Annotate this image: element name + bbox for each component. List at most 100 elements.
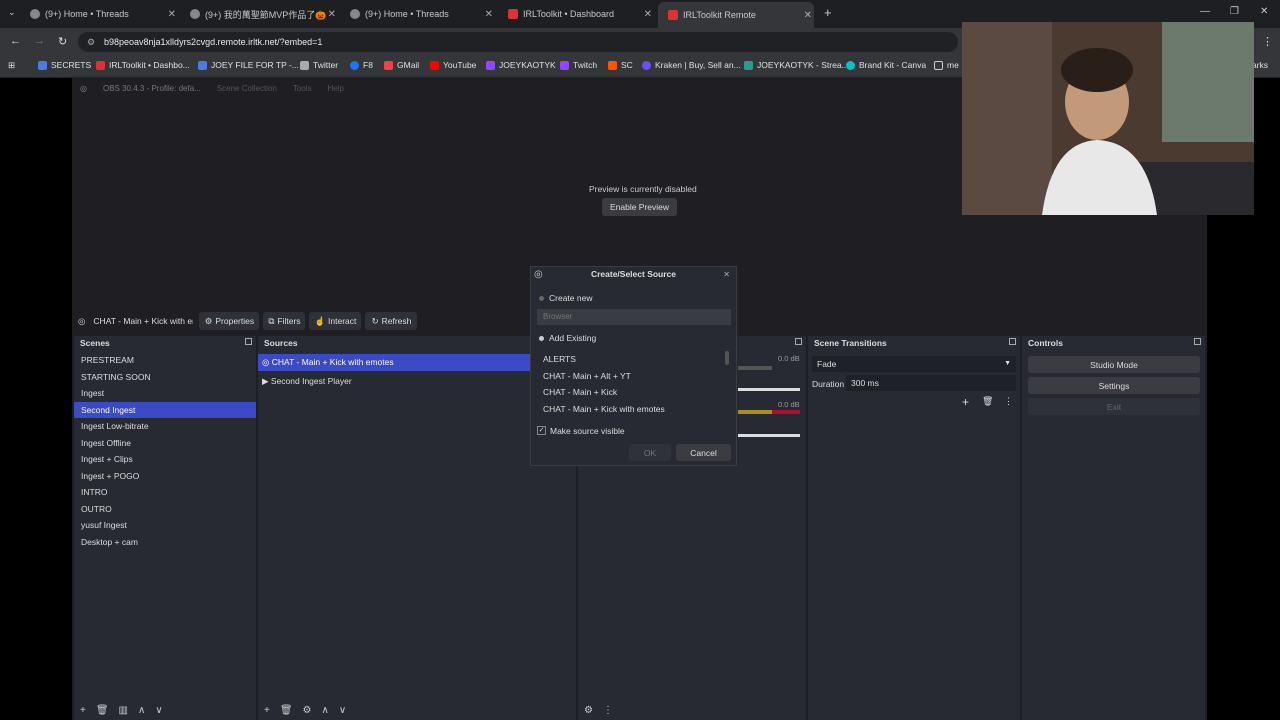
exit-button[interactable]: Exit bbox=[1028, 398, 1200, 415]
more-icon[interactable]: ⋮ bbox=[1004, 396, 1013, 407]
list-item[interactable]: CHAT - Main + Kick bbox=[543, 387, 617, 397]
scene-item[interactable]: Ingest + POGO bbox=[74, 468, 256, 485]
transition-select[interactable]: Fade ▼ bbox=[812, 356, 1016, 372]
tab-threads-1[interactable]: (9+) Home • Threads ✕ bbox=[30, 4, 178, 24]
add-existing-label: Add Existing bbox=[549, 333, 597, 343]
move-up-icon[interactable]: ∧ bbox=[138, 705, 145, 716]
move-down-icon[interactable]: ∨ bbox=[339, 705, 346, 716]
source-item-selected[interactable]: ◎ CHAT - Main + Kick with emotes bbox=[258, 354, 576, 371]
site-info-icon[interactable]: ⚙ bbox=[87, 32, 95, 52]
list-item[interactable]: CHAT - Main + Kick with emotes bbox=[543, 404, 665, 414]
close-icon[interactable]: ✕ bbox=[804, 10, 812, 21]
trash-icon[interactable]: 🗑 bbox=[280, 705, 293, 716]
forward-icon[interactable]: → bbox=[34, 35, 45, 47]
popout-icon[interactable] bbox=[1194, 338, 1201, 345]
scene-item[interactable]: Desktop + cam bbox=[74, 534, 256, 551]
add-existing-radio[interactable] bbox=[539, 336, 544, 341]
gear-icon[interactable]: ⚙ bbox=[303, 705, 312, 716]
bookmark-joeykaotyk[interactable]: JOEYKAOTYK bbox=[486, 60, 556, 70]
bookmark-canva[interactable]: Brand Kit - Canva bbox=[846, 60, 926, 70]
bookmark-folder[interactable]: me bbox=[934, 60, 959, 70]
enable-preview-button[interactable]: Enable Preview bbox=[602, 198, 677, 216]
tab-threads-2[interactable]: (9+) 我的萬聖節MVP作品了🎃 ✕ bbox=[190, 4, 338, 24]
bookmark-youtube[interactable]: YouTube bbox=[430, 60, 476, 70]
apps-icon[interactable]: ⊞ bbox=[8, 60, 15, 71]
bookmark-secrets[interactable]: SECRETS bbox=[38, 60, 91, 70]
scene-item[interactable]: Ingest Low-bitrate bbox=[74, 418, 256, 435]
bookmark-twitter[interactable]: Twitter bbox=[300, 60, 338, 70]
bookmark-twitch[interactable]: Twitch bbox=[560, 60, 597, 70]
scene-item[interactable]: STARTING SOON bbox=[74, 369, 256, 386]
trash-icon[interactable]: 🗑 bbox=[982, 396, 993, 407]
move-down-icon[interactable]: ∨ bbox=[155, 705, 162, 716]
scene-item-selected[interactable]: Second Ingest bbox=[74, 401, 256, 418]
close-icon[interactable]: ✕ bbox=[644, 9, 652, 20]
new-tab-icon[interactable]: + bbox=[824, 5, 832, 20]
filter-icon[interactable]: ▥ bbox=[119, 705, 128, 716]
make-visible-checkbox[interactable]: ✓ bbox=[537, 426, 546, 435]
scene-item[interactable]: OUTRO bbox=[74, 501, 256, 518]
properties-button[interactable]: ⚙ Properties bbox=[199, 312, 260, 330]
bookmark-joey-file[interactable]: JOEY FILE FOR TP -... bbox=[198, 60, 299, 70]
refresh-button[interactable]: ↻ Refresh bbox=[365, 312, 418, 330]
bookmark-joeykaotyk-stream[interactable]: JOEYKAOTYK - Strea... bbox=[744, 60, 849, 70]
bookmark-gmail[interactable]: GMail bbox=[384, 60, 419, 70]
close-icon[interactable]: ✕ bbox=[168, 9, 176, 20]
volume-slider[interactable] bbox=[738, 434, 800, 437]
scene-item[interactable]: Ingest bbox=[74, 385, 256, 402]
scene-item[interactable]: Ingest Offline bbox=[74, 435, 256, 452]
bookmark-kraken[interactable]: Kraken | Buy, Sell an... bbox=[642, 60, 741, 70]
add-icon[interactable]: + bbox=[80, 705, 86, 716]
popout-icon[interactable] bbox=[795, 338, 802, 345]
duration-input[interactable]: 300 ms bbox=[846, 375, 1016, 391]
close-icon[interactable]: ✕ bbox=[328, 9, 336, 20]
move-up-icon[interactable]: ∧ bbox=[322, 705, 329, 716]
duration-label: Duration bbox=[812, 379, 845, 389]
scene-item[interactable]: PRESTREAM bbox=[74, 352, 256, 369]
settings-icon[interactable]: ⚙ bbox=[584, 705, 593, 716]
menu-scene-collection[interactable]: Scene Collection bbox=[217, 84, 277, 93]
scene-item[interactable]: INTRO bbox=[74, 484, 256, 501]
list-item[interactable]: ALERTS bbox=[543, 354, 576, 364]
tab-threads-3[interactable]: (9+) Home • Threads ✕ bbox=[350, 4, 495, 24]
menu-tools[interactable]: Tools bbox=[293, 84, 312, 93]
all-bookmarks[interactable]: arks bbox=[1252, 60, 1268, 70]
more-icon[interactable]: ⋮ bbox=[603, 705, 613, 716]
close-icon[interactable]: ✕ bbox=[723, 270, 730, 279]
tab-list-icon[interactable]: ⌄ bbox=[8, 7, 16, 18]
menu-icon[interactable]: ⋮ bbox=[1262, 35, 1273, 48]
list-scrollbar[interactable] bbox=[725, 351, 729, 365]
menu-help[interactable]: Help bbox=[328, 84, 344, 93]
close-icon[interactable]: ✕ bbox=[485, 9, 493, 20]
url-input[interactable]: ⚙ b98peoav8nja1xlldyrs2cvgd.remote.irltk… bbox=[78, 32, 958, 52]
tab-irltoolkit-dashboard[interactable]: IRLToolkit • Dashboard ✕ bbox=[508, 4, 654, 24]
add-icon[interactable]: + bbox=[962, 395, 969, 409]
settings-button[interactable]: Settings bbox=[1028, 377, 1200, 394]
source-item[interactable]: ▶ Second Ingest Player bbox=[258, 373, 576, 390]
bookmark-f8[interactable]: F8 bbox=[350, 60, 373, 70]
cancel-button[interactable]: Cancel bbox=[676, 444, 731, 461]
interact-button[interactable]: ☝ Interact bbox=[309, 312, 362, 330]
back-icon[interactable]: ← bbox=[10, 35, 21, 47]
mixer-db-2: 0.0 dB bbox=[778, 400, 800, 409]
scene-item[interactable]: Ingest + Clips bbox=[74, 451, 256, 468]
popout-icon[interactable] bbox=[245, 338, 252, 345]
source-name-input[interactable]: Browser bbox=[537, 309, 731, 325]
filters-button[interactable]: ⧉ Filters bbox=[263, 312, 306, 330]
reload-icon[interactable]: ↻ bbox=[58, 35, 67, 48]
bookmark-irltoolkit[interactable]: IRLToolkit • Dashbo... bbox=[96, 60, 190, 70]
create-new-radio[interactable] bbox=[539, 296, 544, 301]
studio-mode-button[interactable]: Studio Mode bbox=[1028, 356, 1200, 373]
list-item[interactable]: CHAT - Main + Alt + YT bbox=[543, 371, 631, 381]
popout-icon[interactable] bbox=[1009, 338, 1016, 345]
ok-button[interactable]: OK bbox=[629, 444, 671, 461]
tab-irltoolkit-remote[interactable]: IRLToolkit Remote ✕ bbox=[658, 2, 814, 28]
scene-item[interactable]: yusuf Ingest bbox=[74, 517, 256, 534]
minimize-icon[interactable]: — bbox=[1200, 6, 1210, 17]
restore-icon[interactable]: ❐ bbox=[1230, 6, 1239, 17]
trash-icon[interactable]: 🗑 bbox=[96, 705, 109, 716]
window-close-icon[interactable]: ✕ bbox=[1260, 6, 1268, 17]
bookmark-sc[interactable]: SC bbox=[608, 60, 633, 70]
volume-slider[interactable] bbox=[738, 388, 800, 391]
add-icon[interactable]: + bbox=[264, 705, 270, 716]
